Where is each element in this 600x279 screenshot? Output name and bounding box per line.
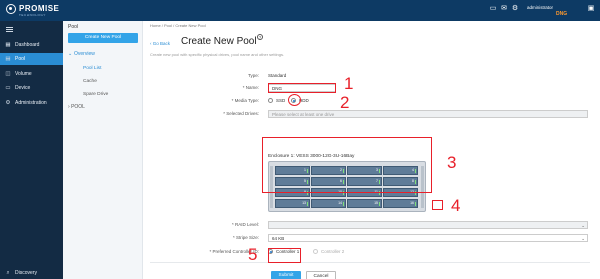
help-icon[interactable]: ? <box>257 34 263 40</box>
envelope-icon[interactable]: ✉ <box>500 5 508 13</box>
drive-slot[interactable]: 16 <box>383 199 418 208</box>
volume-icon: ◫ <box>5 71 11 77</box>
subnav-overview[interactable]: ⌄ Overview <box>68 51 95 57</box>
drive-slot[interactable]: 13 <box>275 199 310 208</box>
dashboard-icon: ▦ <box>5 42 11 48</box>
nav-label: Administration <box>15 100 47 106</box>
subnav-title: Pool <box>68 24 79 30</box>
media-ssd-label: SSD <box>276 98 286 103</box>
top-bar: PROMISE TECHNOLOGY ▭ ✉ ⚙ administrator D… <box>0 0 600 21</box>
nav-dashboard[interactable]: ▦ Dashboard <box>0 39 63 51</box>
admin-icon: ⚙ <box>5 100 11 106</box>
media-type-label: * Media Type: <box>231 98 259 103</box>
annotation-number-4: 4 <box>451 196 461 215</box>
annotation-number-1: 1 <box>344 74 354 93</box>
subnav-pool-section[interactable]: › POOL <box>68 104 85 110</box>
annotation-circle-hdd <box>288 94 301 106</box>
drive-slot[interactable]: 14 <box>311 199 346 208</box>
subnav-overview-label: Overview <box>74 51 95 57</box>
pool-subnav: Pool Create New Pool ⌄ Overview Pool List… <box>63 21 143 279</box>
nav-discovery[interactable]: ⌕ Discovery <box>0 267 63 279</box>
nav-volume[interactable]: ◫ Volume <box>0 68 63 80</box>
left-navigation: ▦ Dashboard ▤ Pool ◫ Volume ▭ Device ⚙ A… <box>0 21 63 279</box>
go-back-link[interactable]: ‹ Go Back <box>150 41 170 46</box>
nav-label: Device <box>15 85 31 91</box>
controller-2-radio[interactable] <box>313 249 318 254</box>
form-divider <box>150 262 590 263</box>
controller-2-label: Controller 2 <box>321 249 345 254</box>
nav-administration[interactable]: ⚙ Administration <box>0 97 63 109</box>
nav-label: Discovery <box>15 270 37 276</box>
submit-button[interactable]: Submit <box>271 271 301 279</box>
discovery-icon: ⌕ <box>6 270 10 276</box>
name-label: * Name: <box>242 85 259 90</box>
pool-icon: ▤ <box>5 56 11 62</box>
drive-led-icon <box>306 202 308 206</box>
raid-level-label: * RAID Level: <box>231 222 259 227</box>
device-icon: ▭ <box>5 85 11 91</box>
annotation-number-5: 5 <box>248 245 258 264</box>
media-ssd-radio[interactable] <box>268 98 273 103</box>
subnav-item-pool-list[interactable]: Pool List <box>83 66 101 71</box>
menu-toggle-icon[interactable] <box>6 27 13 32</box>
logo-sub: TECHNOLOGY <box>19 13 47 17</box>
type-value: Standard <box>268 73 287 78</box>
subnav-item-spare-drive[interactable]: Spare Drive <box>83 92 108 97</box>
stripe-size-value: 64 KB <box>272 236 285 241</box>
annotation-box-name <box>268 83 336 93</box>
drive-led-icon <box>414 202 416 206</box>
create-new-pool-button[interactable]: Create New Pool <box>68 33 138 43</box>
subnav-pool-label: POOL <box>71 104 85 110</box>
user-subsystem: DNG <box>556 11 568 17</box>
nav-label: Dashboard <box>15 42 40 48</box>
annotation-number-3: 3 <box>447 153 457 172</box>
user-name[interactable]: administrator <box>527 5 553 10</box>
chevron-down-icon: ⌄ <box>581 223 585 228</box>
raid-level-select[interactable]: ⌄ <box>268 221 588 229</box>
user-icon[interactable]: ▣ <box>587 5 595 13</box>
chevron-down-icon: ⌄ <box>581 236 585 241</box>
subnav-item-cache[interactable]: Cache <box>83 79 97 84</box>
nav-device[interactable]: ▭ Device <box>0 82 63 94</box>
drive-slot[interactable]: 15 <box>347 199 382 208</box>
controller-label: * Preferred Controller ID: <box>209 249 259 254</box>
settings-icon[interactable]: ⚙ <box>511 5 519 13</box>
drive-led-icon <box>378 202 380 206</box>
breadcrumb[interactable]: Home / Pool / Create New Pool <box>150 23 206 28</box>
nav-label: Pool <box>15 56 26 62</box>
type-label: Type: <box>247 73 259 78</box>
annotation-box-enclosure <box>262 137 432 193</box>
monitor-icon[interactable]: ▭ <box>489 5 497 13</box>
promise-logo[interactable]: PROMISE TECHNOLOGY <box>6 3 60 19</box>
selected-drives-field: Please select at least one drive <box>268 110 588 118</box>
logo-name: PROMISE <box>19 4 60 13</box>
annotation-box-submit <box>268 248 301 263</box>
nav-label: Volume <box>15 71 32 77</box>
stripe-size-label: * Stripe Size: <box>232 235 259 240</box>
nav-pool[interactable]: ▤ Pool <box>0 53 63 65</box>
chevron-right-icon: › <box>68 104 70 110</box>
page-description: Create new pool with specific physical d… <box>150 52 285 57</box>
go-back-label: Go Back <box>152 41 171 46</box>
annotation-box-raid-dropdown <box>432 200 443 210</box>
drive-led-icon <box>342 202 344 206</box>
cancel-button[interactable]: Cancel <box>306 271 336 279</box>
selected-drives-label: * Selected Drives: <box>223 111 259 116</box>
logo-mark-icon <box>6 4 16 14</box>
page-title: Create New Pool <box>181 36 257 47</box>
annotation-number-2: 2 <box>340 93 350 112</box>
stripe-size-select[interactable]: 64 KB ⌄ <box>268 234 588 242</box>
